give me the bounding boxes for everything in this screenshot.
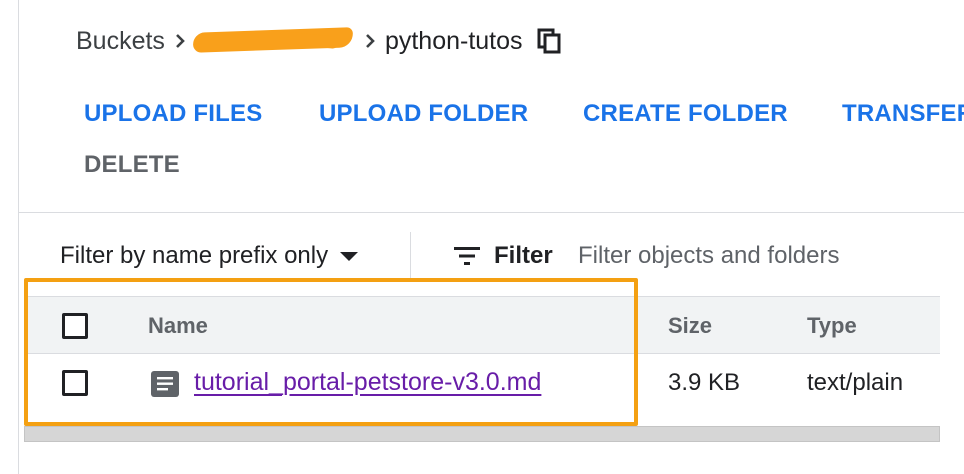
filter-objects-input[interactable] — [578, 236, 958, 276]
filter-button-label: Filter — [494, 242, 553, 269]
chevron-right-icon — [165, 33, 195, 49]
copy-icon[interactable] — [537, 28, 561, 54]
breadcrumb-current-folder: python-tutos — [384, 26, 523, 55]
horizontal-scrollbar[interactable] — [24, 426, 940, 442]
transfer-button[interactable]: TRANSFER — [842, 100, 964, 128]
arrow-drop-down-icon — [340, 251, 359, 261]
column-header-size[interactable]: Size — [668, 313, 712, 339]
panel-left-border — [18, 0, 19, 474]
file-size-cell: 3.9 KB — [668, 369, 741, 396]
filter-button[interactable]: Filter — [454, 240, 553, 272]
delete-button[interactable]: DELETE — [84, 151, 180, 179]
breadcrumb-bucket-link-redacted[interactable] — [192, 26, 354, 56]
filter-divider — [410, 232, 411, 278]
breadcrumb: Buckets python-tutos — [76, 22, 561, 60]
file-name-link[interactable]: tutorial_portal-petstore-v3.0.md — [194, 368, 541, 397]
create-folder-button[interactable]: CREATE FOLDER — [583, 100, 788, 128]
toolbar-divider — [18, 212, 964, 213]
upload-folder-button[interactable]: UPLOAD FOLDER — [319, 100, 528, 128]
breadcrumb-buckets-link[interactable]: Buckets — [76, 27, 165, 56]
column-header-name[interactable]: Name — [148, 313, 208, 339]
file-type-cell: text/plain — [807, 369, 904, 396]
select-all-checkbox[interactable] — [62, 313, 88, 339]
chevron-right-icon — [355, 33, 385, 49]
row-select-checkbox[interactable] — [62, 370, 88, 396]
filter-mode-label: Filter by name prefix only — [60, 242, 329, 269]
upload-files-button[interactable]: UPLOAD FILES — [84, 100, 262, 128]
column-header-type[interactable]: Type — [807, 313, 857, 339]
text-file-icon — [151, 371, 179, 397]
filter-list-icon — [454, 245, 480, 267]
filter-mode-dropdown[interactable]: Filter by name prefix only — [60, 240, 359, 272]
